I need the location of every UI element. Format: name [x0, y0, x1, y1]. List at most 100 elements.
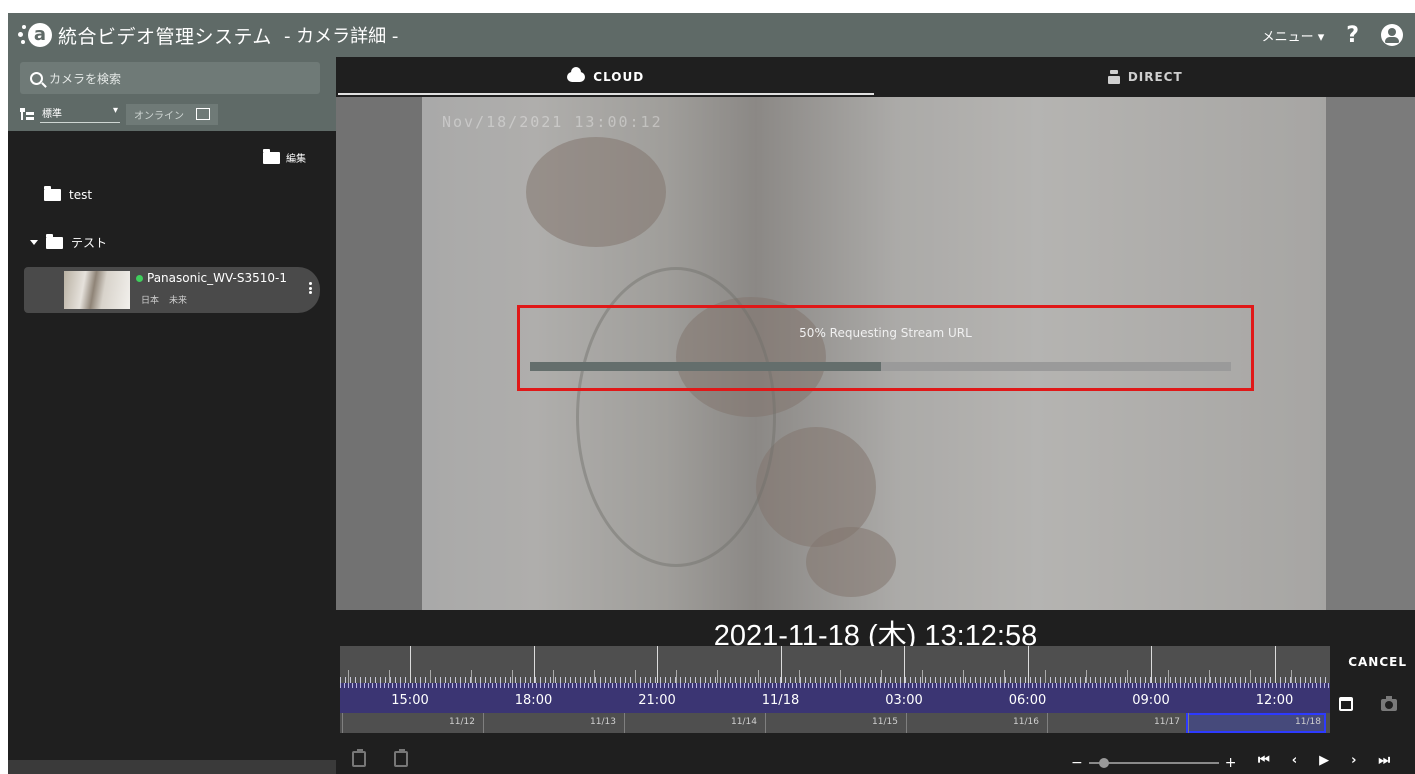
- timeline-hour-label: 09:00: [1132, 693, 1170, 708]
- camera-list-item[interactable]: Panasonic_WV-S3510-1 日本 未来: [24, 267, 320, 313]
- tree-folder-tesuto[interactable]: テスト: [30, 233, 108, 251]
- camera-icon: [1107, 70, 1120, 84]
- timeline-date-label: 11/17: [1154, 717, 1180, 727]
- timeline-date-separator: [624, 713, 625, 733]
- playback-nav: ⏮ ‹ ▶ › ⏭: [1258, 753, 1390, 768]
- timeline-date-separator: [1047, 713, 1048, 733]
- timeline-minor-tick: [799, 670, 800, 683]
- sidebar-toolbar: カメラを検索 標準 ▾ オンライン: [8, 57, 336, 131]
- timeline-minor-tick: [389, 670, 390, 683]
- timeline-minor-tick: [1250, 670, 1251, 683]
- camera-detail-main: CLOUD DIRECT Nov/18/2021 13:00:12 50% Re…: [336, 57, 1415, 774]
- timeline-minor-tick: [963, 670, 964, 683]
- view-mode-select[interactable]: 標準 ▾: [40, 105, 120, 123]
- camera-name-text: Panasonic_WV-S3510-1: [147, 271, 287, 285]
- folder-edit-icon: [263, 148, 280, 164]
- timeline-minor-tick: [471, 670, 472, 683]
- timeline-minor-tick: [1086, 670, 1087, 683]
- cloud-icon: [567, 67, 586, 82]
- copy-icon[interactable]: [352, 749, 366, 767]
- camera-thumbnail: [64, 271, 130, 309]
- search-icon: [30, 71, 43, 85]
- timeline-minor-tick: [594, 670, 595, 683]
- timeline-minor-tick: [881, 670, 882, 683]
- timeline-minor-tick: [758, 670, 759, 683]
- stream-tabs: CLOUD DIRECT: [336, 57, 1415, 97]
- zoom-out-button[interactable]: −: [1071, 755, 1083, 771]
- page-subtitle: - カメラ詳細 -: [283, 26, 399, 47]
- timeline-blue-ticks: [340, 683, 1330, 688]
- timeline-hour-label: 12:00: [1255, 693, 1294, 708]
- tree-folder-test[interactable]: test: [44, 186, 92, 202]
- timeline-minor-tick: [676, 670, 677, 683]
- tab-cloud[interactable]: CLOUD: [336, 57, 876, 97]
- video-player[interactable]: Nov/18/2021 13:00:12 50% Requesting Stre…: [336, 97, 1415, 610]
- user-account-icon[interactable]: [1381, 24, 1403, 46]
- more-options-icon[interactable]: [309, 282, 312, 294]
- menu-button[interactable]: メニュー ▾: [1262, 26, 1325, 45]
- caret-down-icon[interactable]: [30, 240, 38, 245]
- view-mode-value: 標準: [42, 109, 62, 120]
- timeline-hour-label: 15:00: [391, 693, 429, 708]
- timeline-major-tick: [904, 646, 905, 683]
- chevron-down-icon: ▾: [112, 105, 118, 116]
- paste-icon[interactable]: [394, 749, 408, 767]
- timeline-major-tick: [1151, 646, 1152, 683]
- online-filter[interactable]: オンライン: [126, 103, 218, 125]
- tree-folder-label: テスト: [71, 236, 108, 250]
- timeline-date-label: 11/16: [1013, 717, 1039, 727]
- player-controls: − + ⏮ ‹ ▶ › ⏭: [336, 747, 1415, 774]
- zoom-in-button[interactable]: +: [1225, 755, 1237, 771]
- timeline-date-label: 11/12: [449, 717, 475, 727]
- timeline-minor-tick: [1209, 670, 1210, 683]
- timeline-date-label: 11/15: [872, 717, 898, 727]
- timeline-minor-tick: [348, 670, 349, 683]
- cancel-button[interactable]: CANCEL: [1348, 655, 1407, 669]
- timeline-minor-tick: [635, 670, 636, 683]
- timeline-date-separator: [1188, 713, 1189, 733]
- timeline-major-tick: [410, 646, 411, 683]
- app-title: 統合ビデオ管理システム: [58, 25, 272, 48]
- video-timestamp-overlay: Nov/18/2021 13:00:12: [442, 113, 663, 131]
- search-placeholder: カメラを検索: [49, 71, 122, 86]
- timeline-minor-tick: [1168, 670, 1169, 683]
- loading-progress-bar: [530, 362, 1231, 371]
- timeline-major-tick: [1274, 646, 1276, 683]
- timeline-major-tick: [533, 646, 535, 683]
- playback-timeline[interactable]: 15:00 18:00 21:00 11/18 03:00 06:00 09:00 12:00…: [340, 646, 1330, 733]
- app-logo: a: [18, 20, 52, 50]
- sidebar-footer: [8, 760, 336, 774]
- play-button[interactable]: ▶: [1319, 753, 1329, 768]
- timeline-date-label: 11/18: [1295, 717, 1321, 727]
- timeline-minor-tick: [1291, 670, 1292, 683]
- camera-name: Panasonic_WV-S3510-1: [136, 271, 287, 285]
- stream-loading-box: 50% Requesting Stream URL: [517, 305, 1254, 391]
- zoom-slider[interactable]: [1088, 758, 1219, 768]
- tab-direct[interactable]: DIRECT: [876, 57, 1415, 97]
- calendar-icon[interactable]: [1339, 697, 1353, 711]
- timeline-minor-tick: [1004, 670, 1005, 683]
- online-filter-label: オンライン: [134, 110, 184, 122]
- camera-search-input[interactable]: カメラを検索: [20, 62, 320, 94]
- timeline-minor-tick: [922, 670, 923, 683]
- edit-label: 編集: [286, 154, 306, 165]
- timeline-date-label: 11/13: [590, 717, 616, 727]
- loading-status-text: 50% Requesting Stream URL: [799, 326, 972, 340]
- skip-end-button[interactable]: ⏭: [1378, 753, 1390, 768]
- help-button[interactable]: ?: [1346, 23, 1359, 48]
- timeline-recording-track[interactable]: [340, 646, 1330, 683]
- folder-icon: [44, 186, 61, 201]
- timeline-minor-tick: [1045, 670, 1046, 683]
- step-back-button[interactable]: ‹: [1292, 753, 1297, 768]
- loading-progress-fill: [530, 362, 881, 371]
- timeline-major-tick: [1027, 646, 1029, 683]
- timeline-hour-label: 06:00: [1008, 693, 1047, 708]
- snapshot-camera-icon[interactable]: [1381, 696, 1397, 711]
- timeline-hour-track[interactable]: 15:00 18:00 21:00 11/18 03:00 06:00 09:00 12:00: [340, 683, 1330, 713]
- timeline-date-track[interactable]: 11/12 11/13 11/14 11/15 11/16 11/17 11/18: [340, 713, 1330, 733]
- step-forward-button[interactable]: ›: [1351, 753, 1356, 768]
- edit-button[interactable]: 編集: [263, 148, 306, 165]
- zoom-slider-handle[interactable]: [1098, 758, 1109, 768]
- camera-sidebar: カメラを検索 標準 ▾ オンライン 編集 test テスト Panasonic_…: [8, 57, 336, 774]
- skip-start-button[interactable]: ⏮: [1258, 753, 1270, 768]
